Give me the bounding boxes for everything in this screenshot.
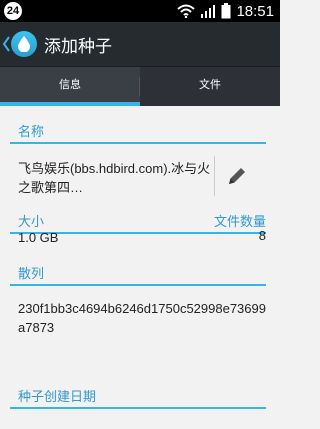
pencil-icon[interactable] xyxy=(226,165,248,187)
tab-files[interactable]: 文件 xyxy=(140,67,280,106)
clock: 18:51 xyxy=(236,2,274,20)
hash-label: 散列 xyxy=(18,266,45,281)
battery-icon xyxy=(221,3,231,19)
section-divider xyxy=(10,407,266,409)
torrent-name-value: 飞鸟娱乐(bbs.hdbird.com).冰与火之歌第四… xyxy=(18,161,211,195)
action-bar: 添加种子 xyxy=(0,22,280,67)
created-date-label: 种子创建日期 xyxy=(18,389,97,404)
tab-divider xyxy=(139,77,140,96)
notification-count-icon: 24 xyxy=(4,2,22,20)
section-divider xyxy=(10,142,266,144)
app-logo[interactable] xyxy=(11,31,37,57)
water-drop-icon xyxy=(18,36,30,52)
file-count-value: 8 xyxy=(258,228,266,243)
page-title: 添加种子 xyxy=(44,37,112,56)
section-divider xyxy=(10,284,266,286)
tab-bar: 信息 文件 xyxy=(0,67,280,106)
vertical-divider xyxy=(214,156,215,196)
tab-info-label: 信息 xyxy=(59,79,81,91)
name-label: 名称 xyxy=(18,124,45,139)
size-value: 1.0 GB xyxy=(18,230,59,245)
tab-files-label: 文件 xyxy=(199,79,221,91)
status-icons: 18:51 xyxy=(177,2,274,20)
hash-value: 230f1bb3c4694b6246d1750c52998e73699a7873 xyxy=(18,301,266,335)
signal-icon xyxy=(201,5,216,18)
tab-info[interactable]: 信息 xyxy=(0,67,140,106)
wifi-icon xyxy=(177,4,196,18)
status-bar: 24 18:51 xyxy=(0,0,280,22)
